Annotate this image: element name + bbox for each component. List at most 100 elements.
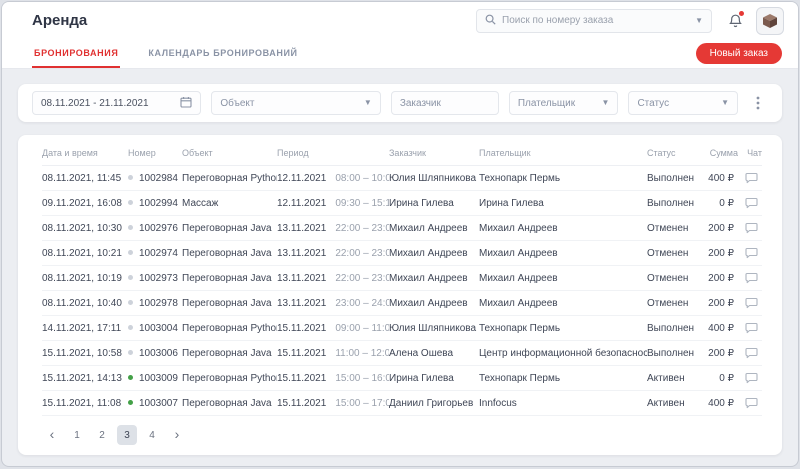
chevron-down-icon: ▼ <box>602 99 610 107</box>
chat-icon[interactable] <box>738 216 762 241</box>
tab-bookings-calendar[interactable]: КАЛЕНДАРЬ БРОНИРОВАНИЙ <box>146 39 299 68</box>
cell-payer: Центр информационной безопасности <box>479 341 647 366</box>
payer-select[interactable]: Плательщик ▼ <box>509 91 619 115</box>
page-button-1[interactable]: 1 <box>67 425 87 445</box>
pagination: ‹ 1234 › <box>42 425 758 445</box>
status-select[interactable]: Статус ▼ <box>628 91 738 115</box>
notification-dot <box>739 11 744 16</box>
cell-period: 13.11.202122:00 – 23:00 <box>277 216 389 241</box>
cell-object: Переговорная Java <box>182 216 277 241</box>
page-button-4[interactable]: 4 <box>142 425 162 445</box>
search-box[interactable]: ▼ <box>476 9 712 33</box>
cell-number: 1002976 <box>128 216 182 241</box>
status-dot <box>128 300 133 305</box>
table-row[interactable]: 08.11.2021, 11:451002984Переговорная Pyt… <box>42 166 762 191</box>
cell-period: 15.11.202111:00 – 12:00 <box>277 341 389 366</box>
table-row[interactable]: 08.11.2021, 10:301002976Переговорная Jav… <box>42 216 762 241</box>
status-dot <box>128 200 133 205</box>
cell-customer: Михаил Андреев <box>389 241 479 266</box>
next-page-button[interactable]: › <box>167 425 187 445</box>
chat-icon[interactable] <box>738 166 762 191</box>
more-options-button[interactable] <box>748 91 768 115</box>
cell-number: 1003007 <box>128 391 182 416</box>
cell-payer: Технопарк Пермь <box>479 366 647 391</box>
chat-icon[interactable] <box>738 191 762 216</box>
table-header-row: Дата и времяНомерОбъектПериодЗаказчикПла… <box>42 139 762 166</box>
object-select[interactable]: Объект ▼ <box>211 91 380 115</box>
cell-object: Переговорная Python <box>182 366 277 391</box>
main-content: 08.11.2021 - 21.11.2021 Объект ▼ Платель… <box>2 69 798 455</box>
cell-datetime: 09.11.2021, 16:08 <box>42 191 128 216</box>
cell-status: Отменен <box>647 216 699 241</box>
cell-object: Переговорная Python <box>182 316 277 341</box>
table-row[interactable]: 08.11.2021, 10:211002974Переговорная Jav… <box>42 241 762 266</box>
cell-status: Активен <box>647 366 699 391</box>
table-row[interactable]: 09.11.2021, 16:081002994Массаж12.11.2021… <box>42 191 762 216</box>
cell-object: Массаж <box>182 191 277 216</box>
cell-object: Переговорная Java <box>182 391 277 416</box>
chat-icon[interactable] <box>738 341 762 366</box>
table-row[interactable]: 15.11.2021, 11:081003007Переговорная Jav… <box>42 391 762 416</box>
cell-customer: Алена Ошева <box>389 341 479 366</box>
cell-amount: 400 ₽ <box>699 166 738 191</box>
cell-datetime: 08.11.2021, 10:21 <box>42 241 128 266</box>
table-row[interactable]: 14.11.2021, 17:111003004Переговорная Pyt… <box>42 316 762 341</box>
chat-icon[interactable] <box>738 241 762 266</box>
cell-number: 1002984 <box>128 166 182 191</box>
cell-customer: Михаил Андреев <box>389 291 479 316</box>
new-order-button[interactable]: Новый заказ <box>696 43 782 64</box>
cell-object: Переговорная Java <box>182 291 277 316</box>
customer-input[interactable] <box>391 91 499 115</box>
chat-icon[interactable] <box>738 316 762 341</box>
cell-status: Отменен <box>647 291 699 316</box>
table-row[interactable]: 15.11.2021, 10:581003006Переговорная Jav… <box>42 341 762 366</box>
cell-amount: 200 ₽ <box>699 291 738 316</box>
column-header: Период <box>277 139 389 166</box>
cell-datetime: 15.11.2021, 14:13 <box>42 366 128 391</box>
cell-payer: Михаил Андреев <box>479 241 647 266</box>
tab-bookings[interactable]: БРОНИРОВАНИЯ <box>32 39 120 68</box>
cell-amount: 400 ₽ <box>699 316 738 341</box>
cell-object: Переговорная Java <box>182 241 277 266</box>
cell-period: 12.11.202109:30 – 15:10 <box>277 191 389 216</box>
notifications-button[interactable] <box>728 13 743 29</box>
chat-icon[interactable] <box>738 366 762 391</box>
cell-status: Выполнен <box>647 191 699 216</box>
page-button-2[interactable]: 2 <box>92 425 112 445</box>
object-select-label: Объект <box>220 98 254 109</box>
cell-object: Переговорная Java <box>182 341 277 366</box>
chat-icon[interactable] <box>738 391 762 416</box>
calendar-icon <box>180 96 192 111</box>
status-dot <box>128 175 133 180</box>
cell-amount: 200 ₽ <box>699 266 738 291</box>
cell-number: 1003006 <box>128 341 182 366</box>
status-dot <box>128 225 133 230</box>
table-row[interactable]: 08.11.2021, 10:401002978Переговорная Jav… <box>42 291 762 316</box>
payer-select-label: Плательщик <box>518 98 575 109</box>
date-range-field[interactable]: 08.11.2021 - 21.11.2021 <box>32 91 201 115</box>
table-row[interactable]: 08.11.2021, 10:191002973Переговорная Jav… <box>42 266 762 291</box>
avatar[interactable] <box>756 7 784 35</box>
chat-icon[interactable] <box>738 266 762 291</box>
status-dot <box>128 400 133 405</box>
cell-customer: Даниил Григорьев <box>389 391 479 416</box>
cell-period: 13.11.202122:00 – 23:00 <box>277 241 389 266</box>
cell-customer: Юлия Шляпникова <box>389 166 479 191</box>
table-row[interactable]: 15.11.2021, 14:131003009Переговорная Pyt… <box>42 366 762 391</box>
status-dot <box>128 250 133 255</box>
column-header: Дата и время <box>42 139 128 166</box>
cell-status: Выполнен <box>647 166 699 191</box>
chat-icon[interactable] <box>738 291 762 316</box>
cell-period: 13.11.202123:00 – 24:00 <box>277 291 389 316</box>
chevron-down-icon: ▼ <box>364 99 372 107</box>
cell-object: Переговорная Java <box>182 266 277 291</box>
cell-payer: Михаил Андреев <box>479 291 647 316</box>
cell-period: 15.11.202115:00 – 17:00 <box>277 391 389 416</box>
prev-page-button[interactable]: ‹ <box>42 425 62 445</box>
cell-customer: Юлия Шляпникова <box>389 316 479 341</box>
page-button-3[interactable]: 3 <box>117 425 137 445</box>
cell-number: 1002974 <box>128 241 182 266</box>
cell-period: 15.11.202109:00 – 11:00 <box>277 316 389 341</box>
chevron-down-icon[interactable]: ▼ <box>695 17 703 25</box>
search-input[interactable] <box>502 15 689 26</box>
